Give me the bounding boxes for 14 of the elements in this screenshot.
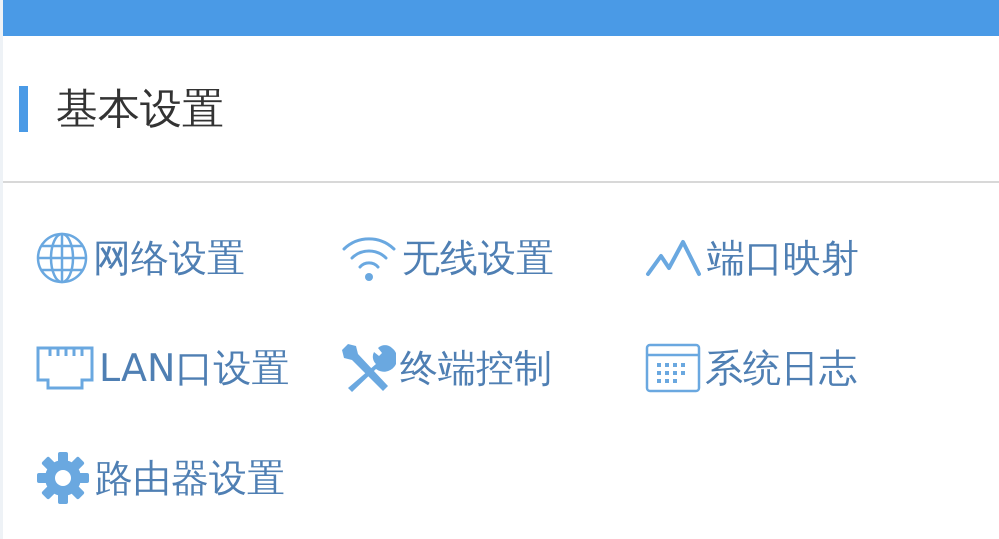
accent-bar <box>19 86 28 132</box>
menu-link[interactable]: 路由器设置 <box>95 452 285 504</box>
ethernet-port-icon <box>35 345 95 391</box>
globe-icon <box>35 231 89 285</box>
menu-link[interactable]: 系统日志 <box>705 342 857 394</box>
menu-link[interactable]: LAN口设置 <box>99 342 290 394</box>
menu-link[interactable]: 无线设置 <box>402 232 554 284</box>
menu-link[interactable]: 端口映射 <box>707 232 859 284</box>
calendar-icon <box>645 343 701 393</box>
section-title: 基本设置 <box>56 82 224 134</box>
line-chart-icon <box>645 238 703 278</box>
menu-link[interactable]: 终端控制 <box>400 342 552 394</box>
settings-icon <box>35 450 91 506</box>
menu-link[interactable]: 网络设置 <box>93 232 245 284</box>
